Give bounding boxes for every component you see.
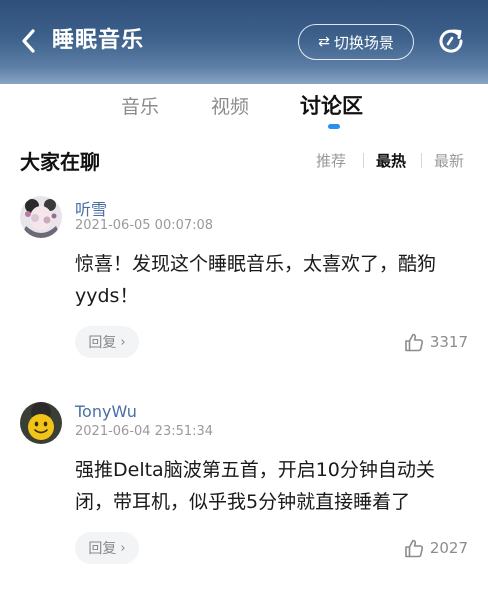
avatar[interactable] — [20, 402, 62, 444]
anime-avatar-icon — [20, 196, 62, 238]
reply-label: 回复 — [88, 335, 117, 351]
comment-date: 2021-06-04 23:51:34 — [75, 424, 214, 439]
comment-item: 听雪 2021-06-05 00:07:08 惊喜！发现这个睡眠音乐，太喜欢了，… — [0, 192, 488, 372]
sort-recommended[interactable]: 推荐 — [316, 150, 346, 171]
refresh-button[interactable] — [436, 26, 466, 56]
tab-music[interactable]: 音乐 — [121, 92, 159, 119]
active-tab-indicator — [328, 124, 340, 129]
comment-text: 强推Delta脑波第五首，开启10分钟自动关闭，带耳机，似乎我5分钟就直接睡着了 — [75, 459, 435, 513]
sort-hottest[interactable]: 最热 — [376, 150, 406, 171]
sort-divider — [363, 153, 364, 168]
comment-item: TonyWu 2021-06-04 23:51:34 强推Delta脑波第五首，… — [0, 398, 488, 578]
chevron-left-icon — [22, 29, 35, 53]
switch-scene-button[interactable]: ⇄ 切换场景 — [298, 24, 414, 60]
sort-newest[interactable]: 最新 — [434, 150, 464, 171]
swap-icon: ⇄ — [318, 34, 330, 50]
chevron-right-icon: › — [120, 540, 126, 556]
thumbs-up-icon — [405, 333, 423, 352]
section-title: 大家在聊 — [20, 150, 100, 174]
like-button[interactable]: 3317 — [403, 328, 468, 356]
thumbs-up-icon — [405, 539, 423, 558]
like-button[interactable]: 2027 — [403, 534, 468, 562]
reply-button[interactable]: 回复 › — [75, 326, 139, 358]
switch-scene-label: 切换场景 — [333, 33, 394, 52]
back-button[interactable] — [14, 26, 42, 56]
comment-username[interactable]: 听雪 — [75, 196, 107, 220]
refresh-icon — [439, 29, 463, 53]
section-header: 大家在聊 推荐 最热 最新 — [0, 142, 488, 178]
tab-video[interactable]: 视频 — [211, 92, 249, 119]
avatar[interactable] — [20, 196, 62, 238]
reply-button[interactable]: 回复 › — [75, 532, 139, 564]
comment-username[interactable]: TonyWu — [75, 402, 137, 421]
like-count: 3317 — [429, 333, 468, 351]
reply-label: 回复 — [88, 541, 117, 557]
comment-text: 惊喜！发现这个睡眠音乐，太喜欢了，酷狗yyds！ — [75, 253, 437, 307]
comment-date: 2021-06-05 00:07:08 — [75, 218, 214, 233]
sort-divider — [421, 153, 422, 168]
tab-discussion[interactable]: 讨论区 — [300, 90, 363, 120]
like-count: 2027 — [429, 539, 468, 557]
tab-bar: 音乐 视频 讨论区 — [0, 86, 488, 134]
page-title: 睡眠音乐 — [52, 28, 145, 53]
smiley-avatar-icon — [20, 402, 62, 444]
chevron-right-icon: › — [120, 334, 126, 350]
header-bar: 睡眠音乐 ⇄ 切换场景 — [0, 0, 488, 84]
